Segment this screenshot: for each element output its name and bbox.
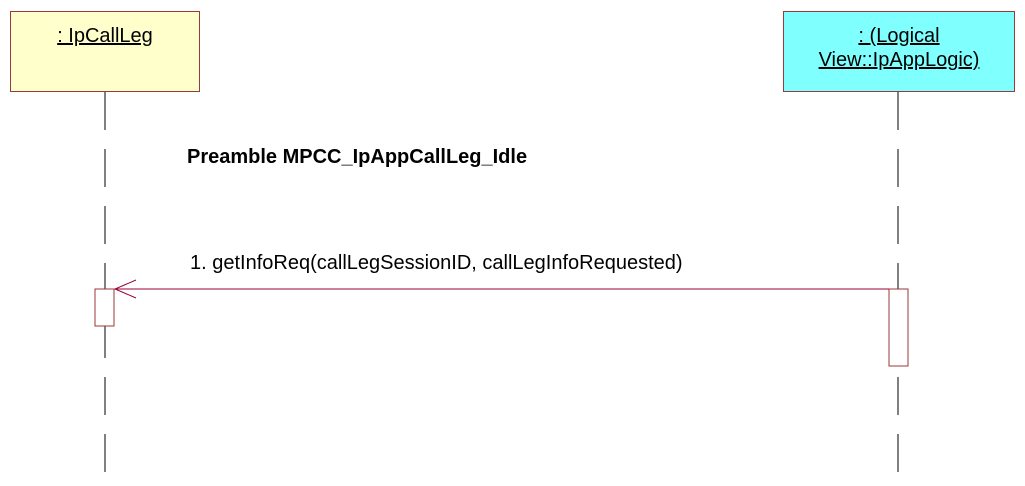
lifeline-header-ipapplogic: : (Logical View::IpAppLogic) <box>783 11 1015 92</box>
activation-bar-ipcallleg <box>94 288 115 327</box>
lifeline-label-ipcallleg: : IpCallLeg <box>57 25 153 47</box>
lifeline-header-ipcallleg: : IpCallLeg <box>10 11 200 92</box>
lifeline-label-ipapplogic-line2: View::IpAppLogic) <box>818 49 980 71</box>
preamble-note: Preamble MPCC_IpAppCallLeg_Idle <box>187 146 528 168</box>
sequence-diagram: : IpCallLeg : (Logical View::IpAppLogic)… <box>0 0 1025 486</box>
message-label: 1. getInfoReq(callLegSessionID, callLegI… <box>190 252 683 274</box>
activation-bar-ipapplogic <box>888 288 909 367</box>
lifeline-label-ipapplogic-line1: : (Logical <box>858 25 940 47</box>
